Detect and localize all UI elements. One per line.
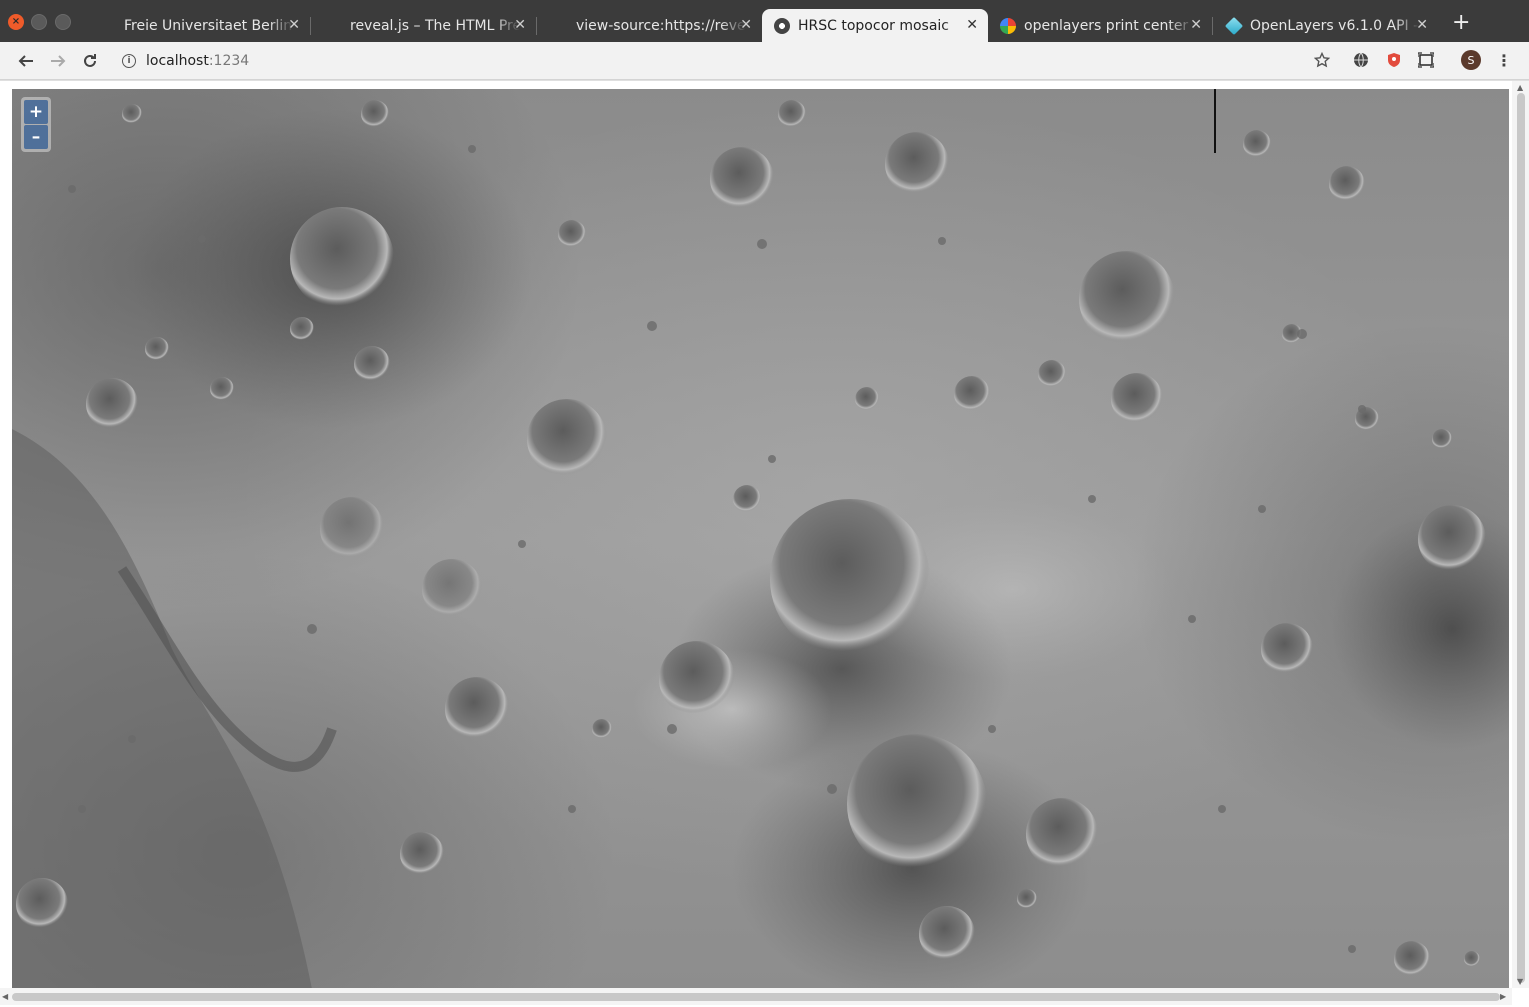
window-close-button[interactable]: × xyxy=(8,14,24,30)
profile-avatar[interactable]: S xyxy=(1461,50,1481,70)
tab-strip: × Freie Universitaet Berlin ✕ reveal.js … xyxy=(0,0,1529,42)
horizontal-scroll-thumb[interactable] xyxy=(12,993,1500,1001)
shield-extension-icon[interactable] xyxy=(1385,51,1403,69)
close-icon[interactable]: ✕ xyxy=(740,17,752,33)
reload-button[interactable] xyxy=(80,51,100,71)
tab-openlayers-api[interactable]: OpenLayers v6.1.0 API - ✕ xyxy=(1216,9,1438,42)
tab-title: view-source:https://revealjs.com xyxy=(576,17,746,34)
scroll-down-arrow-icon[interactable]: ▼ xyxy=(1517,977,1523,986)
scroll-right-arrow-icon[interactable]: ▶ xyxy=(1500,992,1506,1001)
tab-title: Freie Universitaet Berlin xyxy=(124,17,293,34)
globe-icon xyxy=(774,17,790,34)
reload-icon xyxy=(84,54,96,67)
menu-kebab-icon[interactable]: ⋮ xyxy=(1495,51,1513,70)
page-viewport: + – xyxy=(0,81,1529,1007)
close-icon: × xyxy=(11,16,21,27)
close-icon[interactable]: ✕ xyxy=(966,17,978,33)
browser-toolbar: i localhost:1234 xyxy=(0,42,1529,80)
window-minimize-button[interactable] xyxy=(31,14,47,30)
globe-icon xyxy=(552,18,568,34)
vertical-scroll-thumb[interactable] xyxy=(1517,93,1525,983)
tab-title: OpenLayers v6.1.0 API - xyxy=(1250,17,1419,34)
mars-terrain-image xyxy=(12,89,1509,989)
tab-revealjs[interactable]: reveal.js – The HTML Presentation Framew… xyxy=(314,9,537,42)
tab-openlayers-print-center[interactable]: openlayers print center ✕ xyxy=(990,9,1213,42)
globe-icon xyxy=(100,18,116,34)
close-icon[interactable]: ✕ xyxy=(514,17,526,33)
close-icon[interactable]: ✕ xyxy=(288,17,300,33)
url-host: localhost xyxy=(146,53,209,69)
tab-view-source[interactable]: view-source:https://revealjs.com ✕ xyxy=(540,9,762,42)
vertical-scrollbar[interactable]: ▲ ▼ xyxy=(1512,81,1529,988)
back-button[interactable] xyxy=(16,51,36,71)
url-port: :1234 xyxy=(208,53,250,69)
tab-freie-universitaet[interactable]: Freie Universitaet Berlin ✕ xyxy=(88,9,311,42)
close-icon[interactable]: ✕ xyxy=(1416,17,1428,33)
close-icon[interactable]: ✕ xyxy=(1190,17,1202,33)
tab-title: reveal.js – The HTML Presentation Framew… xyxy=(350,17,520,34)
address-bar[interactable]: i localhost:1234 xyxy=(112,46,1340,76)
capture-frame-icon[interactable] xyxy=(1417,51,1435,69)
window-maximize-button[interactable] xyxy=(55,14,71,30)
map-canvas[interactable] xyxy=(12,89,1509,989)
tab-title: openlayers print center xyxy=(1024,17,1189,34)
extension-globe-icon[interactable] xyxy=(1352,51,1370,69)
scroll-left-arrow-icon[interactable]: ◀ xyxy=(2,992,8,1001)
scroll-up-arrow-icon[interactable]: ▲ xyxy=(1517,83,1523,92)
globe-icon xyxy=(326,18,342,34)
openlayers-icon xyxy=(1224,16,1244,35)
info-icon[interactable]: i xyxy=(122,54,136,68)
zoom-out-button[interactable]: – xyxy=(24,125,48,149)
new-tab-button[interactable]: + xyxy=(1452,12,1470,34)
google-icon xyxy=(1000,17,1016,34)
forward-arrow-icon xyxy=(51,55,66,67)
forward-button[interactable] xyxy=(48,51,68,71)
tab-title: HRSC topocor mosaic xyxy=(798,17,950,34)
bookmark-star-icon[interactable] xyxy=(1313,51,1331,69)
horizontal-scrollbar[interactable]: ◀ ▶ xyxy=(0,988,1512,1005)
back-arrow-icon xyxy=(18,55,33,67)
tab-hrsc-topocor-mosaic[interactable]: HRSC topocor mosaic ✕ xyxy=(762,9,988,42)
zoom-in-button[interactable]: + xyxy=(24,100,48,124)
zoom-control: + – xyxy=(21,97,51,152)
